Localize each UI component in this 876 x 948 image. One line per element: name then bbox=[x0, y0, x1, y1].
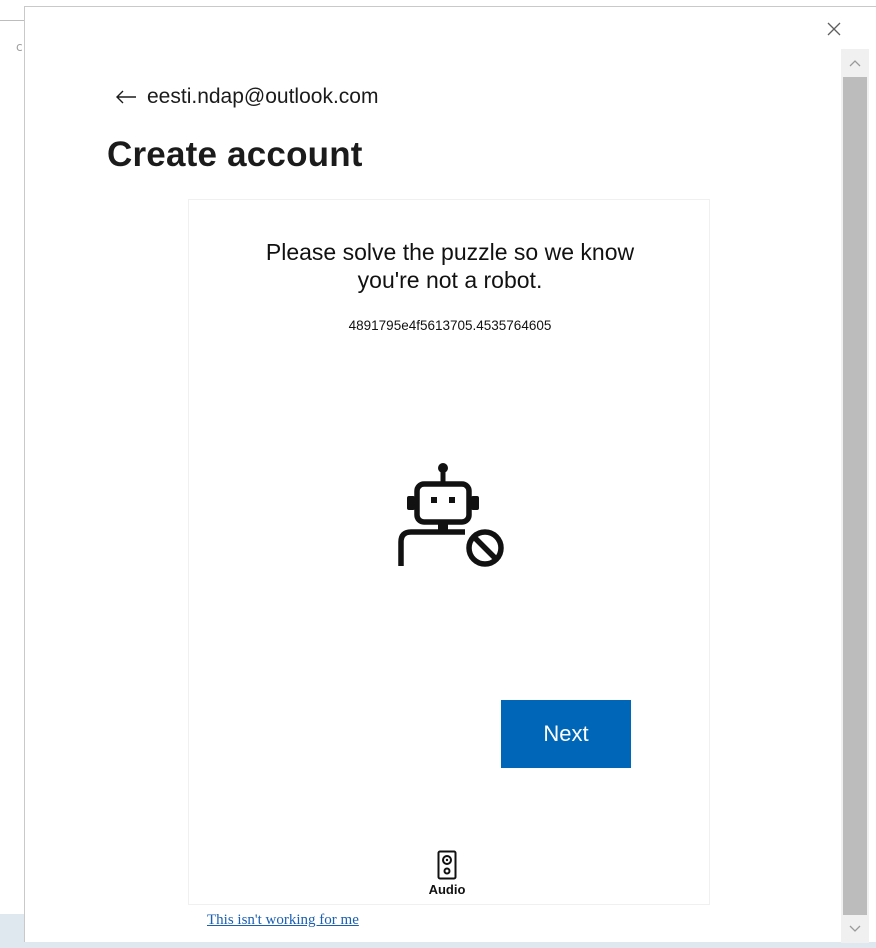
chevron-up-icon bbox=[849, 60, 861, 67]
scroll-down-button[interactable] bbox=[841, 915, 869, 943]
audio-challenge-button[interactable]: Audio bbox=[417, 850, 477, 897]
background-text-fragment: c bbox=[16, 40, 23, 54]
create-account-dialog: eesti.ndap@outlook.com Create account Pl… bbox=[24, 6, 876, 943]
captcha-prompt-line-2: you're not a robot. bbox=[357, 267, 543, 293]
screen: c eesti.ndap@outlook.com Create account … bbox=[0, 0, 876, 948]
captcha-puzzle-frame: Please solve the puzzle so we know you'r… bbox=[188, 199, 711, 928]
scroll-thumb[interactable] bbox=[843, 77, 867, 915]
scroll-up-button[interactable] bbox=[841, 49, 869, 77]
account-email: eesti.ndap@outlook.com bbox=[147, 85, 379, 108]
speaker-icon bbox=[437, 850, 457, 880]
page-title: Create account bbox=[107, 135, 363, 174]
back-arrow-icon bbox=[116, 90, 136, 104]
next-button[interactable]: Next bbox=[501, 700, 631, 768]
close-icon bbox=[827, 22, 841, 36]
captcha-prompt: Please solve the puzzle so we know you'r… bbox=[189, 238, 711, 294]
background-page: c bbox=[0, 0, 876, 948]
back-to-email-link[interactable]: eesti.ndap@outlook.com bbox=[115, 85, 378, 109]
robot-prohibited-icon bbox=[398, 463, 504, 567]
chevron-down-icon bbox=[849, 925, 861, 932]
captcha-prompt-line-1: Please solve the puzzle so we know bbox=[265, 239, 635, 265]
vertical-scrollbar[interactable] bbox=[841, 49, 869, 943]
close-button[interactable] bbox=[822, 17, 846, 41]
audio-label: Audio bbox=[428, 882, 466, 897]
captcha-session-id: 4891795e4f5613705.4535764605 bbox=[348, 318, 552, 333]
background-divider bbox=[0, 20, 24, 21]
not-working-link[interactable]: This isn't working for me bbox=[207, 912, 359, 929]
